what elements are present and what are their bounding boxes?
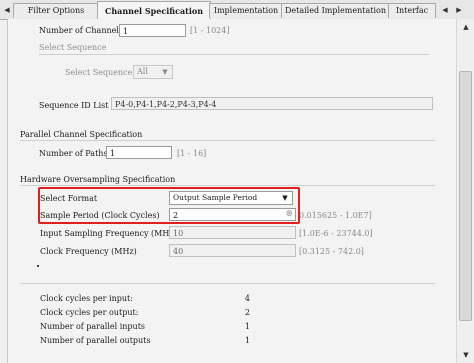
summary-label: Number of parallel inputs <box>40 322 146 331</box>
scroll-thumb[interactable] <box>459 71 472 321</box>
tab-detailed-implementation[interactable]: Detailed Implementation <box>281 3 390 18</box>
summary-value: 2 <box>244 308 250 317</box>
tab-scroll-right-icon[interactable]: ▶ <box>454 4 464 16</box>
clock-frequency-label: Clock Frequency (MHz) <box>40 247 137 256</box>
bullet-dot <box>37 265 39 267</box>
highlight-box <box>38 187 300 224</box>
tab-scroll-left-icon[interactable]: ◀ <box>440 4 450 16</box>
chevron-down-icon: ▼ <box>162 68 168 76</box>
scroll-up-icon[interactable]: ▲ <box>458 21 474 33</box>
vertical-scrollbar[interactable]: ▲ ▼ <box>456 19 474 363</box>
channels-range: [1 - 1024] <box>190 26 230 35</box>
oversampling-section-title: Hardware Oversampling Specification <box>20 175 176 184</box>
channels-label: Number of Channels <box>39 26 124 35</box>
tab-implementation[interactable]: Implementation <box>209 3 283 18</box>
select-sequence-dropdown[interactable]: All ▼ <box>133 65 173 79</box>
clock-frequency-field[interactable]: 40 <box>169 244 296 257</box>
paths-input[interactable]: 1 <box>106 146 172 159</box>
paths-range: [1 - 16] <box>177 149 207 158</box>
tab-scroll-left-icon[interactable]: ◀ <box>2 4 12 16</box>
summary-value: 1 <box>244 336 250 345</box>
summary-value: 1 <box>244 322 250 331</box>
tab-filter-options[interactable]: Filter Options <box>13 3 99 18</box>
scroll-down-icon[interactable]: ▼ <box>458 349 474 361</box>
summary-label: Clock cycles per input: <box>40 294 133 303</box>
sample-period-range: 0.015625 - 1.0E7] <box>299 211 372 220</box>
parallel-section-title: Parallel Channel Specification <box>20 130 143 139</box>
tab-interface[interactable]: Interfac <box>388 3 436 18</box>
parallel-divider <box>20 140 435 141</box>
oversampling-divider <box>20 185 435 186</box>
summary-divider <box>20 283 435 284</box>
summary-value: 4 <box>244 294 250 303</box>
input-frequency-field[interactable]: 10 <box>169 226 296 239</box>
sequence-divider <box>39 54 429 55</box>
summary-label: Clock cycles per output: <box>40 308 139 317</box>
clock-frequency-range: [0.3125 - 742.0] <box>299 247 364 256</box>
sequence-id-list-label: Sequence ID List <box>39 101 109 110</box>
input-frequency-range: [1.0E-6 - 23744.0] <box>299 229 373 238</box>
tab-bar: ◀ Filter Options Channel Specification I… <box>0 0 474 20</box>
tab-channel-specification[interactable]: Channel Specification <box>97 1 211 20</box>
select-sequence-label: Select Sequence <box>65 68 133 77</box>
sequence-id-list-field[interactable]: P4-0,P4-1,P4-2,P4-3,P4-4 <box>111 97 433 110</box>
select-sequence-value: All <box>137 67 148 76</box>
channels-input[interactable]: 1 <box>119 24 186 37</box>
paths-label: Number of Paths <box>39 149 108 158</box>
sequence-group-title: Select Sequence <box>39 43 107 52</box>
summary-label: Number of parallel outputs <box>40 336 151 345</box>
input-frequency-label: Input Sampling Frequency (MHz) <box>40 229 177 238</box>
